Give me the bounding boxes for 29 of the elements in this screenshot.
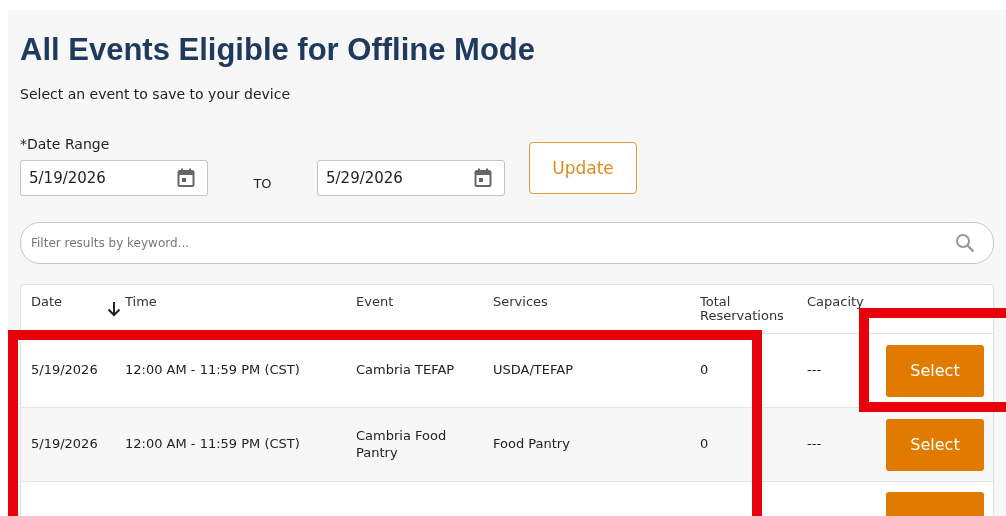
table-cell-text: 0: [700, 362, 710, 379]
table-cell-text: ---: [807, 436, 823, 453]
table-cell-text: Cambria TEFAP: [356, 362, 456, 379]
table-cell-text: 0: [700, 436, 710, 453]
table-cell-text: Food Pantry: [493, 436, 571, 453]
calendar-icon[interactable]: [474, 168, 492, 188]
date-range-label: *Date Range: [20, 136, 111, 152]
table-cell-text: 5/19/2026: [31, 436, 99, 453]
search-field[interactable]: Filter results by keyword...: [20, 222, 994, 264]
search-icon[interactable]: [955, 233, 975, 253]
column-header[interactable]: Total Reservations: [700, 295, 803, 323]
sort-arrow-icon[interactable]: [107, 301, 121, 317]
table-cell-text: ---: [807, 362, 823, 379]
table-cell-text: USDA/TEFAP: [493, 362, 574, 379]
table-cell-text: 12:00 AM - 11:59 PM (CST): [125, 436, 301, 453]
start-date-field[interactable]: 5/19/2026: [20, 160, 208, 196]
table-cell-text: Cambria Food Pantry: [356, 427, 448, 462]
calendar-icon[interactable]: [177, 168, 195, 188]
column-header[interactable]: Capacity: [807, 295, 864, 309]
column-header[interactable]: Event: [356, 295, 394, 309]
column-header[interactable]: Time: [125, 295, 157, 309]
page-subtitle: Select an event to save to your device: [20, 86, 291, 102]
table-cell-text: 5/19/2026: [31, 362, 99, 379]
table-cell-text: 12:00 AM - 11:59 PM (CST): [125, 362, 301, 379]
page-title: All Events Eligible for Offline Mode: [20, 32, 536, 68]
end-date-field[interactable]: 5/29/2026: [317, 160, 505, 196]
column-header[interactable]: Services: [493, 295, 548, 309]
column-header[interactable]: Date: [31, 295, 63, 309]
to-label: TO: [252, 176, 273, 191]
